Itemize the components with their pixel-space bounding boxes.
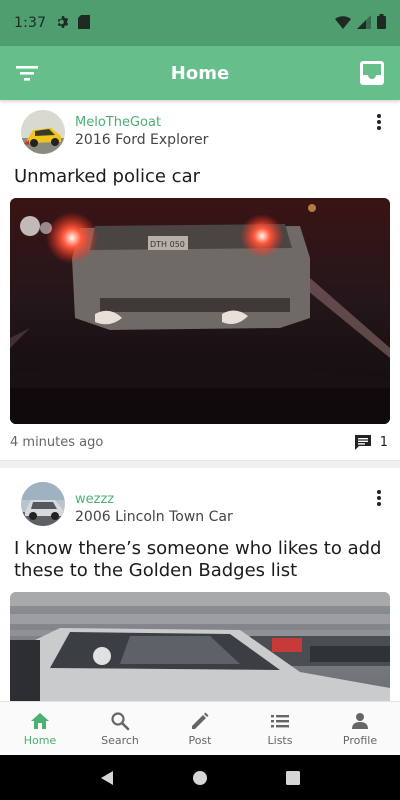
post-feed[interactable]: MeloTheGoat 2016 Ford Explorer Unmarked … [0,100,400,701]
wifi-icon [335,14,351,33]
back-button[interactable] [95,766,119,790]
comment-count: 1 [379,434,388,450]
status-time: 1:37 [14,15,47,31]
filter-icon [16,66,38,81]
nav-label-post: Post [188,733,212,747]
nav-item-profile[interactable]: Profile [320,702,400,755]
sd-card-icon [78,14,91,33]
nav-item-lists[interactable]: Lists [240,702,320,755]
list-icon [271,714,289,727]
post-photo[interactable]: DTH 050 [10,198,390,424]
license-plate-text: DTH 050 [150,240,185,249]
nav-item-search[interactable]: Search [80,702,160,755]
post-header: wezzz 2006 Lincoln Town Car [0,468,400,530]
signal-icon [357,14,371,33]
home-icon [31,712,49,729]
nav-label-search: Search [101,733,139,747]
more-options-button[interactable] [372,112,386,130]
app-bar: Home [0,46,400,100]
status-left-icons [56,14,91,33]
post-card[interactable]: MeloTheGoat 2016 Ford Explorer Unmarked … [0,100,400,460]
avatar[interactable] [21,110,65,154]
post-footer: 4 minutes ago 1 [0,424,400,460]
post-title: Unmarked police car [14,166,201,187]
search-icon [111,711,130,730]
page-title: Home [170,62,230,84]
system-navigation-bar [0,755,400,800]
post-car-name[interactable]: 2016 Ford Explorer [75,132,208,148]
status-right-icons [335,13,386,33]
pencil-icon [192,712,209,729]
avatar[interactable] [21,482,65,526]
nav-label-lists: Lists [267,733,293,747]
home-system-button[interactable] [188,766,212,790]
inbox-icon [360,61,384,85]
post-timestamp: 4 minutes ago [10,435,104,450]
status-bar: 1:37 [0,0,400,46]
post-username[interactable]: wezzz [75,492,114,507]
post-title: I know there’s someone who likes to add … [14,538,382,581]
nav-label-profile: Profile [342,733,378,747]
recents-button[interactable] [281,766,305,790]
settings-gear-icon [56,14,70,33]
more-vert-icon-dot [377,120,381,124]
home-circle-icon [192,770,207,785]
more-vert-icon-dot [377,502,381,506]
inbox-button[interactable] [358,59,386,87]
nav-item-post[interactable]: Post [160,702,240,755]
more-vert-icon [377,114,381,118]
nav-label-home: Home [23,733,57,747]
more-vert-icon [377,490,381,494]
more-vert-icon-dot [377,126,381,130]
battery-icon [377,13,386,33]
post-car-name[interactable]: 2006 Lincoln Town Car [75,509,233,525]
bottom-navigation: Home Search Post Lists Profile [0,701,400,755]
screen: 1:37 Home MeloTheGoat 2016 Ford Explorer… [0,0,400,800]
comments-button[interactable]: 1 [354,434,388,450]
more-vert-icon-dot [377,496,381,500]
recents-square-icon [286,770,301,785]
comment-icon [354,435,371,450]
nav-item-home[interactable]: Home [0,702,80,755]
more-options-button[interactable] [372,488,386,506]
post-divider [0,460,400,468]
post-header: MeloTheGoat 2016 Ford Explorer [0,100,400,158]
post-card[interactable]: wezzz 2006 Lincoln Town Car I know there… [0,468,400,701]
post-username[interactable]: MeloTheGoat [75,115,161,130]
post-photo[interactable] [10,592,390,701]
filter-button[interactable] [14,61,40,85]
back-triangle-icon [100,770,113,785]
person-icon [352,712,368,729]
